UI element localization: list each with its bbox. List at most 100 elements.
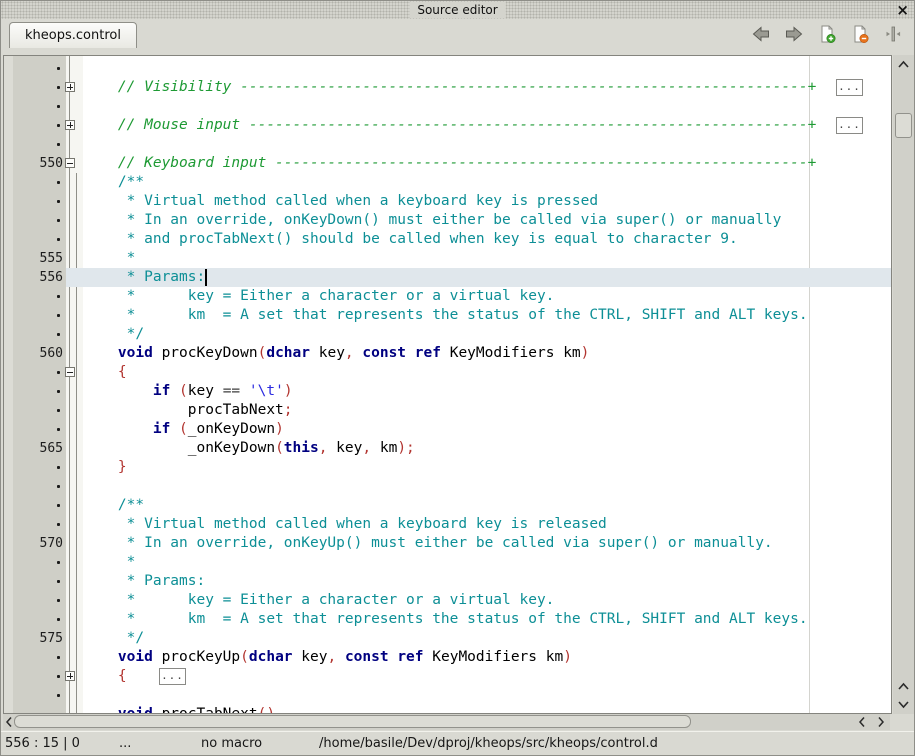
line-marker-dot [57, 67, 60, 70]
line-marker-dot [57, 105, 60, 108]
line-marker-dot [57, 675, 60, 678]
split-editor-button[interactable] [882, 23, 904, 45]
line-marker-dot [57, 143, 60, 146]
line-marker-dot [57, 124, 60, 127]
line-number: 565 [13, 439, 66, 458]
fold-guide-line [76, 173, 77, 713]
line-marker-dot [57, 295, 60, 298]
code-line: { [83, 363, 127, 382]
close-icon[interactable]: × [896, 1, 909, 19]
code-line: * In an override, onKeyDown() must eithe… [83, 211, 781, 230]
code-line: * Virtual method called when a keyboard … [83, 515, 607, 534]
code-line: */ [83, 629, 144, 648]
text-caret [205, 269, 207, 286]
line-number: 575 [13, 629, 66, 648]
line-marker-dot [57, 523, 60, 526]
code-line: } [83, 458, 127, 477]
code-line: * km = A set that represents the status … [83, 610, 808, 629]
line-marker-dot [57, 466, 60, 469]
code-line: * km = A set that represents the status … [83, 306, 808, 325]
line-marker-dot [57, 409, 60, 412]
code-line: // Mouse input -------------------------… [83, 116, 816, 135]
vertical-scrollbar[interactable] [893, 55, 914, 714]
line-marker-dot [57, 428, 60, 431]
code-line: */ [83, 325, 144, 344]
code-line: // Visibility --------------------------… [83, 78, 816, 97]
line-number: 570 [13, 534, 66, 553]
line-marker-dot [57, 181, 60, 184]
horizontal-scrollbar[interactable] [3, 714, 914, 730]
scroll-right-icon[interactable] [871, 714, 890, 730]
line-marker-dot [57, 694, 60, 697]
line-marker-dot [57, 504, 60, 507]
code-line: void procKeyDown(dchar key, const ref Ke… [83, 344, 589, 363]
code-line: // Keyboard input ----------------------… [83, 154, 816, 173]
close-document-button[interactable] [849, 23, 871, 45]
tab-kheops-control[interactable]: kheops.control [9, 22, 137, 48]
line-marker-dot [57, 485, 60, 488]
line-marker-dot [57, 656, 60, 659]
code-line: * Virtual method called when a keyboard … [83, 192, 598, 211]
fold-toggle[interactable] [65, 82, 75, 92]
code-line: _onKeyDown(this, key, km); [83, 439, 415, 458]
line-marker-dot [57, 219, 60, 222]
statusbar: 556 : 15 | 0 ... no macro /home/basile/D… [1, 731, 914, 756]
tab-toolbar-row: kheops.control [1, 19, 914, 49]
code-line: * Params: [83, 268, 205, 287]
vertical-scrollbar-thumb[interactable] [895, 113, 912, 138]
window-title: Source editor [409, 2, 505, 18]
scroll-left-icon[interactable] [3, 714, 14, 730]
editor-frame: // Visibility --------------------------… [3, 55, 892, 714]
code-line: * [83, 249, 135, 268]
editor-toolbar [744, 23, 904, 45]
line-marker-dot [57, 238, 60, 241]
code-line: /** [83, 496, 144, 515]
fold-ellipsis-box[interactable]: ... [836, 117, 863, 134]
go-forward-button[interactable] [783, 23, 805, 45]
code-line: * key = Either a character or a virtual … [83, 591, 554, 610]
horizontal-scrollbar-thumb[interactable] [14, 715, 691, 728]
fold-toggle[interactable] [65, 120, 75, 130]
source-editor-window: Source editor × kheops.control [0, 0, 915, 756]
titlebar[interactable]: Source editor × [1, 1, 914, 19]
code-line: void procTabNext() [83, 705, 275, 713]
line-marker-dot [57, 314, 60, 317]
go-back-button[interactable] [750, 23, 772, 45]
code-line: if (key == '\t') [83, 382, 293, 401]
macro-state: no macro [201, 731, 262, 756]
new-document-button[interactable] [816, 23, 838, 45]
code-line: * [83, 553, 135, 572]
code-line: * In an override, onKeyUp() must either … [83, 534, 773, 553]
line-number: 556 [13, 268, 66, 287]
line-marker-dot [57, 333, 60, 336]
scroll-up-bottom-icon[interactable] [893, 678, 914, 694]
scroll-down-icon[interactable] [893, 696, 914, 712]
line-number: 550 [13, 154, 66, 173]
status-dots: ... [119, 731, 131, 756]
fold-ellipsis-box[interactable]: ... [159, 668, 186, 685]
line-marker-dot [57, 86, 60, 89]
line-marker-dot [57, 371, 60, 374]
line-marker-dot [57, 580, 60, 583]
code-line: * and procTabNext() should be called whe… [83, 230, 738, 249]
code-line: /** [83, 173, 144, 192]
scroll-left-right-icon[interactable] [852, 714, 871, 730]
line-marker-dot [57, 390, 60, 393]
fold-toggle[interactable] [65, 367, 75, 377]
line-number: 555 [13, 249, 66, 268]
code-line: { [83, 667, 127, 686]
fold-ellipsis-box[interactable]: ... [836, 79, 863, 96]
fold-toggle[interactable] [65, 671, 75, 681]
code-line: * key = Either a character or a virtual … [83, 287, 554, 306]
line-marker-dot [57, 561, 60, 564]
line-marker-dot [57, 200, 60, 203]
code-line: void procKeyUp(dchar key, const ref KeyM… [83, 648, 572, 667]
code-area[interactable]: // Visibility --------------------------… [4, 56, 891, 713]
caret-position: 556 : 15 | 0 [5, 731, 80, 756]
line-marker-dot [57, 599, 60, 602]
fold-guide-line [69, 56, 70, 713]
fold-toggle[interactable] [65, 158, 75, 168]
code-line: * Params: [83, 572, 205, 591]
file-path: /home/basile/Dev/dproj/kheops/src/kheops… [319, 731, 658, 756]
scroll-up-icon[interactable] [893, 57, 914, 71]
